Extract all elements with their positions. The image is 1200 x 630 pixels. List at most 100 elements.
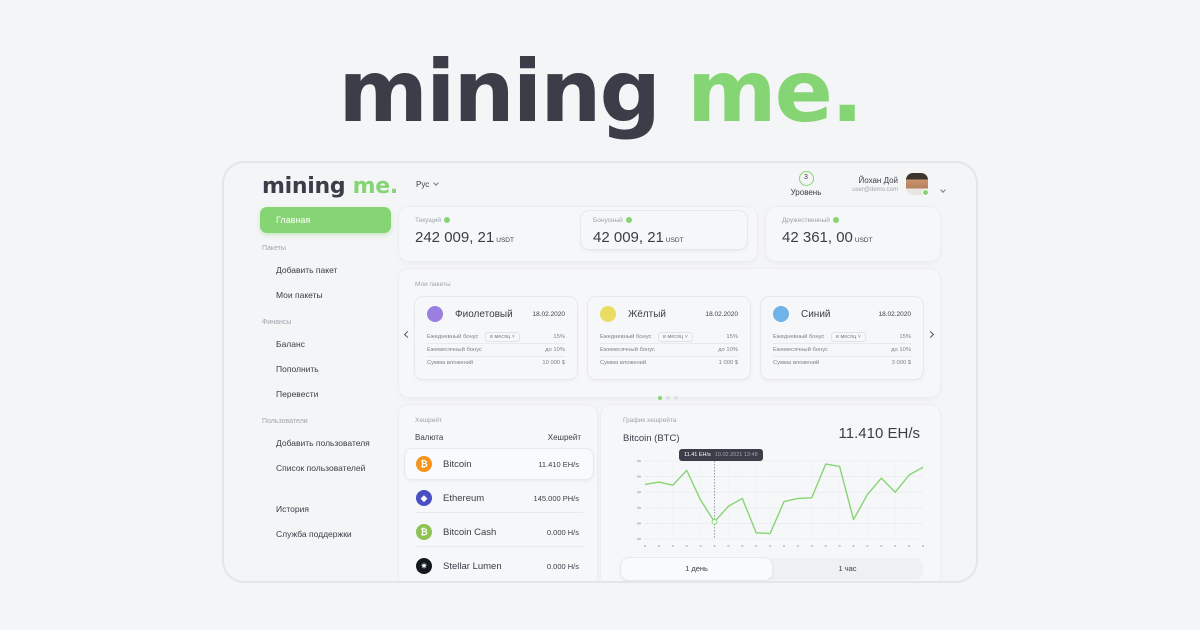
row-label: Сумма вложений bbox=[773, 360, 820, 366]
chevron-down-icon bbox=[940, 187, 946, 193]
chevron-left-icon[interactable] bbox=[403, 330, 412, 339]
language-label: Рус bbox=[416, 180, 430, 189]
package-date: 18.02.2020 bbox=[878, 311, 911, 318]
y-tick bbox=[637, 460, 641, 462]
chevron-down-icon bbox=[433, 180, 440, 186]
y-tick bbox=[637, 522, 641, 525]
x-tick bbox=[894, 545, 897, 547]
balance-bonus-label: Бонусный bbox=[593, 217, 623, 224]
package-name: Синий bbox=[801, 309, 831, 320]
x-tick bbox=[824, 545, 827, 547]
dashboard-window: mining me. Главная Пакеты Добавить пакет… bbox=[222, 161, 978, 583]
info-icon[interactable] bbox=[444, 217, 450, 224]
bitcoin-cash-icon: ₿ bbox=[416, 524, 432, 540]
coin-rate: 11.410 EH/s bbox=[538, 460, 579, 469]
period-label: в месяц bbox=[663, 334, 684, 340]
coin-rate: 0.000 H/s bbox=[546, 528, 579, 537]
info-icon[interactable] bbox=[625, 217, 632, 224]
user-email: user@demo.com bbox=[852, 187, 898, 193]
tab-1-hour[interactable]: 1 час bbox=[772, 558, 923, 580]
x-tick bbox=[908, 545, 911, 547]
row-value: до 10% bbox=[891, 347, 911, 353]
page-dot[interactable] bbox=[658, 396, 662, 400]
x-tick bbox=[685, 545, 688, 547]
row-value: 15% bbox=[899, 334, 911, 340]
coin-row[interactable]: ✷ Stellar Lumen 0.000 H/s bbox=[405, 551, 593, 581]
period-select[interactable]: в месяц ˅ bbox=[485, 332, 520, 342]
period-select[interactable]: в месяц ˅ bbox=[831, 332, 866, 342]
period-label: в месяц bbox=[490, 334, 511, 340]
x-tick bbox=[796, 545, 799, 547]
package-pagination[interactable] bbox=[658, 387, 682, 405]
currency-label: USDT bbox=[665, 237, 684, 244]
x-tick bbox=[741, 545, 744, 547]
x-tick bbox=[727, 545, 730, 547]
sidebar-item-history[interactable]: История bbox=[276, 504, 309, 514]
sidebar-item-my-packages[interactable]: Мои пакеты bbox=[276, 290, 323, 300]
x-tick bbox=[657, 545, 660, 547]
coin-row[interactable]: ◆ Ethereum 145.000 PH/s bbox=[405, 483, 593, 513]
sidebar-item-add-user[interactable]: Добавить пользователя bbox=[276, 438, 370, 448]
highlighted-point[interactable] bbox=[711, 518, 718, 525]
hashrate-chart[interactable] bbox=[637, 457, 927, 553]
balance-bonus-value: 42 009, 21 bbox=[593, 229, 664, 246]
column-header-currency: Валюта bbox=[415, 433, 444, 442]
sidebar-item-transfer[interactable]: Перевести bbox=[276, 389, 318, 399]
currency-label: USDT bbox=[496, 237, 514, 244]
row-value: 3 000 $ bbox=[891, 360, 911, 366]
chart-coin: Bitcoin (BTC) bbox=[623, 433, 680, 444]
chevron-down-icon: ˅ bbox=[857, 334, 861, 340]
period-select[interactable]: в месяц ˅ bbox=[658, 332, 693, 342]
coin-row[interactable]: ₿ Bitcoin Cash 0.000 H/s bbox=[405, 517, 593, 547]
coin-row[interactable]: ₿ Bitcoin 11.410 EH/s bbox=[405, 449, 593, 479]
level-indicator[interactable]: 3 Уровень bbox=[784, 171, 828, 197]
x-tick bbox=[644, 545, 646, 547]
package-date: 18.02.2020 bbox=[705, 311, 738, 318]
balance-current: Текущий 242 009, 21 USDT bbox=[415, 217, 514, 246]
page-dot[interactable] bbox=[666, 396, 670, 400]
x-tick bbox=[866, 545, 869, 547]
sidebar-item-user-list[interactable]: Список пользователей bbox=[276, 463, 365, 473]
chevron-down-icon: ˅ bbox=[684, 334, 688, 340]
sidebar-item-top-up[interactable]: Пополнить bbox=[276, 364, 319, 374]
coin-rate: 0.000 H/s bbox=[546, 562, 579, 571]
tooltip-value: 11.41 EH/s bbox=[684, 452, 711, 458]
sidebar-item-home[interactable]: Главная bbox=[260, 207, 391, 233]
my-packages-title: Мои пакеты bbox=[415, 281, 451, 288]
sidebar-section-packages: Пакеты bbox=[262, 245, 286, 252]
sidebar-item-balance[interactable]: Баланс bbox=[276, 339, 305, 349]
balance-current-label: Текущий bbox=[415, 217, 441, 224]
package-row-investment: Сумма вложений 3 000 $ bbox=[773, 357, 911, 370]
sidebar-item-add-package[interactable]: Добавить пакет bbox=[276, 265, 337, 275]
tab-1-day[interactable]: 1 день bbox=[621, 558, 772, 580]
package-card[interactable]: Фиолетовый 18.02.2020 Ежедневный бонус в ме… bbox=[415, 297, 577, 379]
package-row-daily: Ежедневный бонус в месяц ˅ 15% bbox=[773, 331, 911, 344]
package-row-monthly: Ежемесячный бонус до 10% bbox=[600, 344, 738, 357]
app-logo[interactable]: mining me. bbox=[262, 174, 398, 199]
package-row-daily: Ежедневный бонус в месяц ˅ 15% bbox=[600, 331, 738, 344]
info-icon[interactable] bbox=[832, 217, 839, 224]
row-label: Ежедневный бонус bbox=[600, 334, 652, 340]
language-select[interactable]: Рус bbox=[416, 180, 440, 189]
chevron-right-icon[interactable] bbox=[926, 330, 935, 339]
sidebar-item-support[interactable]: Служба поддержки bbox=[276, 529, 352, 539]
level-ring-icon: 3 bbox=[798, 171, 814, 186]
package-name: Фиолетовый bbox=[455, 309, 513, 320]
sidebar-section-finance: Финансы bbox=[262, 319, 292, 326]
balance-card: Текущий 242 009, 21 USDT Бонусный 42 009,… bbox=[399, 207, 757, 261]
user-menu-toggle[interactable] bbox=[936, 181, 946, 199]
x-tick bbox=[713, 545, 716, 547]
package-row-investment: Сумма вложений 10 000 $ bbox=[427, 357, 565, 370]
column-header-hashrate: Хешрейт bbox=[547, 433, 581, 442]
x-tick bbox=[699, 545, 702, 547]
x-tick bbox=[810, 545, 813, 547]
balance-friendly-label: Дружественный bbox=[782, 217, 830, 224]
package-color-icon bbox=[427, 306, 443, 322]
package-card[interactable]: Жёлтый 18.02.2020 Ежедневный бонус в месяц … bbox=[588, 297, 750, 379]
package-card[interactable]: Синий 18.02.2020 Ежедневный бонус в месяц ˅… bbox=[761, 297, 923, 379]
package-row-daily: Ежедневный бонус в месяц ˅ 15% bbox=[427, 331, 565, 344]
balance-friendly-value: 42 361, 00 bbox=[782, 229, 853, 246]
page-dot[interactable] bbox=[674, 396, 678, 400]
row-label: Ежемесячный бонус bbox=[427, 347, 482, 353]
package-color-icon bbox=[600, 306, 616, 322]
